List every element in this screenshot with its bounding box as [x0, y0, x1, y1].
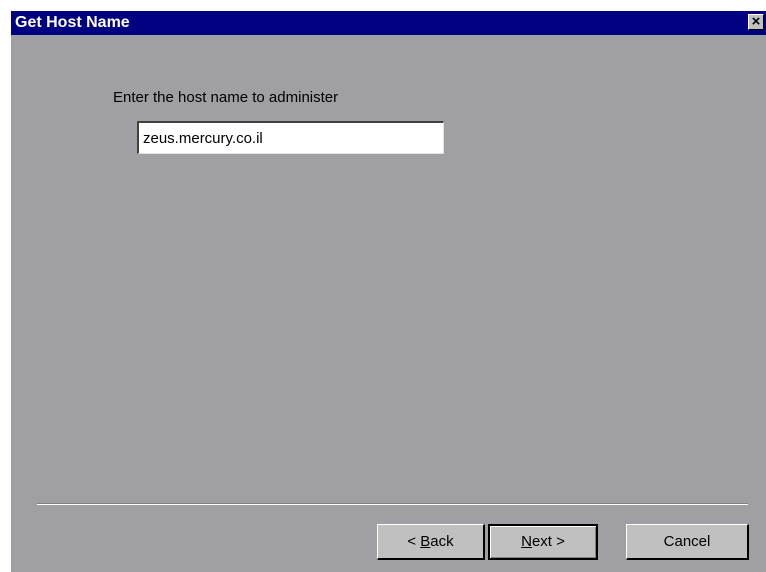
- separator-line: [37, 503, 748, 505]
- close-icon: ×: [751, 13, 761, 30]
- host-name-input[interactable]: [137, 121, 444, 154]
- cancel-button[interactable]: Cancel: [626, 524, 749, 560]
- next-button[interactable]: Next >: [488, 524, 598, 560]
- get-host-name-dialog: Get Host Name × Enter the host name to a…: [10, 10, 766, 572]
- back-button-rest: ack: [430, 532, 454, 550]
- back-button-accel: B: [420, 532, 431, 550]
- host-name-prompt: Enter the host name to administer: [113, 89, 339, 106]
- next-button-accel: N: [521, 533, 532, 550]
- back-button-prefix: <: [407, 532, 421, 550]
- back-button[interactable]: < Back: [377, 524, 485, 560]
- close-button[interactable]: ×: [748, 14, 764, 30]
- window-title: Get Host Name: [15, 14, 130, 31]
- title-bar[interactable]: Get Host Name ×: [11, 11, 766, 35]
- next-button-rest: ext >: [531, 533, 565, 550]
